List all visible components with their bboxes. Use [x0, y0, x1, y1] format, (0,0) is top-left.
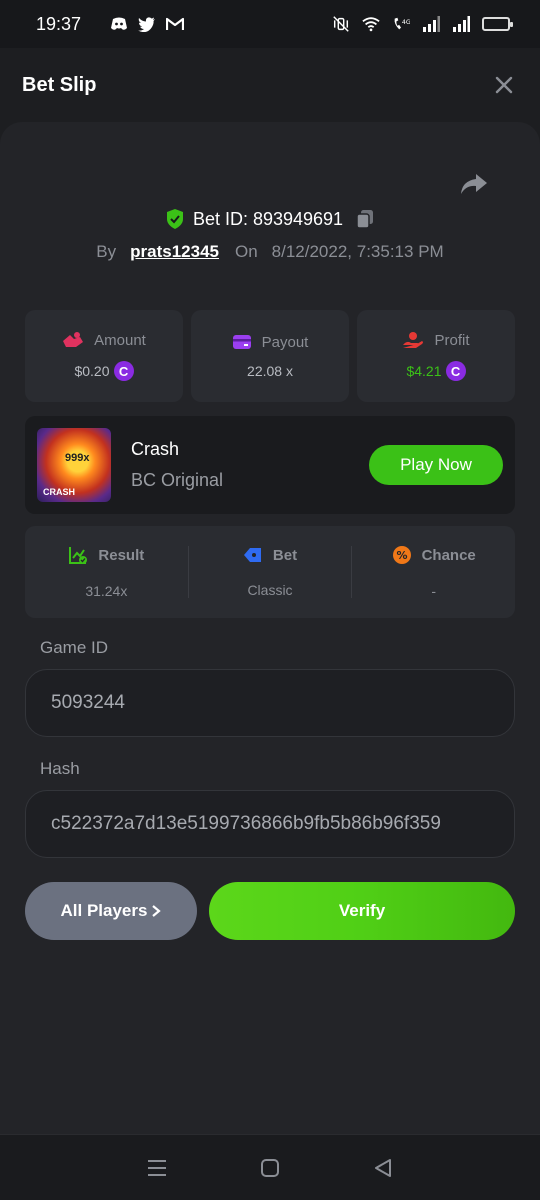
signal-icon — [452, 15, 470, 33]
bet-datetime: 8/12/2022, 7:35:13 PM — [271, 242, 444, 261]
page-title: Bet Slip — [22, 73, 97, 96]
bet-id: Bet ID: 893949691 — [192, 208, 344, 229]
bet-tag-icon — [243, 548, 261, 562]
twitter-icon — [138, 15, 156, 33]
profit-label: Profit — [434, 331, 470, 349]
svg-text:4G: 4G — [402, 19, 410, 26]
home-button[interactable] — [257, 1155, 283, 1181]
game-id-field[interactable] — [25, 669, 515, 737]
verify-button[interactable]: Verify — [209, 882, 515, 940]
payout-stat: Payout 22.08 x — [191, 310, 349, 402]
back-triangle-icon — [375, 1158, 392, 1177]
coin-icon: C — [113, 361, 134, 381]
gmail-icon — [166, 15, 184, 33]
result-panel: Result 31.24x Bet Classic % Chance - — [25, 526, 515, 618]
bet-slip-header: Bet Slip — [0, 48, 540, 122]
all-players-button[interactable]: All Players — [25, 882, 197, 940]
result-value: 31.24x — [85, 583, 128, 599]
chance-label: Chance — [421, 546, 476, 564]
game-id-input[interactable] — [51, 692, 489, 714]
game-thumbnail[interactable]: 999x CRASH — [37, 428, 111, 502]
on-label: On — [234, 242, 258, 261]
bet-byline: By prats12345 On 8/12/2022, 7:35:13 PM — [0, 242, 540, 262]
system-nav-bar — [0, 1134, 540, 1200]
signal-icon — [422, 15, 440, 33]
shield-check-icon — [166, 209, 183, 229]
thumbnail-label: CRASH — [43, 487, 76, 497]
hash-field[interactable] — [25, 790, 515, 858]
mute-vibrate-icon — [332, 15, 350, 33]
profit-icon — [403, 332, 424, 348]
amount-value: $0.20 — [74, 363, 110, 379]
back-button[interactable] — [370, 1155, 396, 1181]
all-players-label: All Players — [60, 901, 148, 920]
game-name: Crash — [131, 439, 180, 459]
game-provider: BC Original — [131, 470, 224, 490]
volte-icon: 4G — [392, 15, 410, 33]
status-bar: 19:37 4G — [0, 0, 540, 48]
menu-icon — [147, 1159, 166, 1176]
wallet-icon — [232, 335, 251, 349]
copy-icon — [356, 210, 374, 229]
bet-label: Bet — [272, 546, 298, 564]
coin-icon: C — [445, 361, 466, 381]
clock: 19:37 — [36, 13, 82, 34]
game-id-label: Game ID — [40, 638, 109, 657]
amount-stat: Amount $0.20 C — [25, 310, 183, 402]
amount-label: Amount — [94, 331, 146, 349]
system-icons: 4G — [332, 15, 513, 33]
home-square-icon — [260, 1158, 279, 1177]
by-label: By — [96, 242, 117, 261]
hash-label: Hash — [40, 759, 80, 778]
recent-apps-button[interactable] — [144, 1155, 170, 1181]
payout-label: Payout — [261, 333, 309, 351]
chance-value: - — [431, 583, 437, 599]
result-label: Result — [98, 546, 145, 564]
result-column: Result 31.24x — [25, 545, 188, 599]
bet-slip-sheet: Bet ID: 893949691 By prats12345 On 8/12/… — [0, 122, 540, 1134]
discord-icon — [110, 15, 128, 33]
copy-button[interactable] — [355, 209, 375, 229]
play-now-button[interactable]: Play Now — [369, 445, 503, 485]
payout-value: 22.08 x — [247, 362, 293, 379]
profit-stat: Profit $4.21 C — [357, 310, 515, 402]
bet-column: Bet Classic — [189, 546, 352, 598]
percent-icon: % — [392, 546, 411, 564]
chance-column: % Chance - — [352, 545, 515, 599]
action-buttons: All Players Verify — [25, 882, 515, 940]
battery-icon — [482, 17, 513, 31]
amount-icon — [63, 332, 84, 347]
result-chart-icon — [69, 547, 88, 564]
close-icon — [495, 76, 513, 94]
profit-value: $4.21 — [406, 363, 442, 379]
username-link[interactable]: prats12345 — [130, 242, 219, 262]
bet-value: Classic — [247, 582, 293, 598]
thumbnail-multiplier: 999x — [65, 452, 90, 464]
game-card: 999x CRASH Crash BC Original Play Now — [25, 416, 515, 514]
share-button[interactable] — [460, 172, 490, 198]
notification-icons — [110, 15, 184, 33]
bet-stats: Amount $0.20 C Payout 22.08 x Profit $4.… — [25, 310, 515, 402]
hash-input[interactable] — [51, 813, 489, 835]
bet-id-row: Bet ID: 893949691 — [0, 208, 540, 230]
close-button[interactable] — [490, 71, 518, 99]
wifi-icon — [362, 15, 380, 33]
svg-text:%: % — [396, 549, 407, 562]
bet-detail-card: Bet ID: 893949691 By prats12345 On 8/12/… — [0, 122, 540, 1134]
share-icon — [461, 174, 487, 194]
chevron-right-icon — [152, 905, 162, 917]
